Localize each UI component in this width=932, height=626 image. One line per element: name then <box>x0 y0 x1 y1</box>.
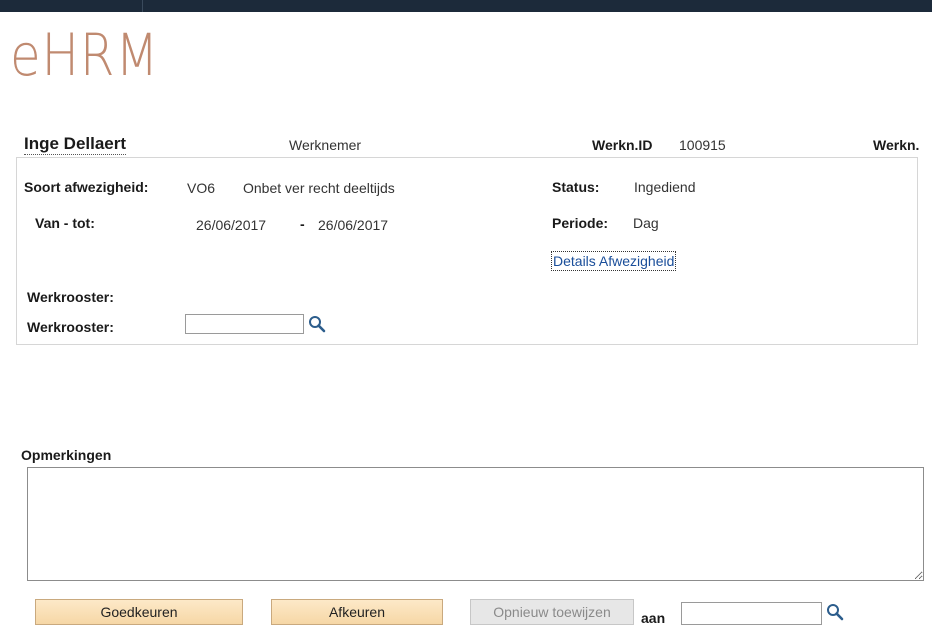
schedule-input-label: Werkrooster: <box>27 319 114 335</box>
absence-type-label: Soort afwezigheid: <box>24 179 149 195</box>
schedule-input[interactable] <box>185 314 304 334</box>
comments-label: Opmerkingen <box>21 447 112 463</box>
absence-details-link[interactable]: Details Afwezigheid <box>551 251 677 271</box>
date-range-separator: - <box>300 216 305 232</box>
employee-role: Werknemer <box>289 137 362 153</box>
status-label: Status: <box>552 179 600 195</box>
approve-button[interactable]: Goedkeuren <box>35 599 243 625</box>
status-value: Ingediend <box>634 179 696 195</box>
reassign-to-input[interactable] <box>681 602 822 625</box>
from-date: 26/06/2017 <box>196 217 267 233</box>
employee-id-value: 100915 <box>679 137 726 153</box>
magnifier-icon[interactable] <box>826 603 844 621</box>
date-range-label: Van - tot: <box>35 215 95 231</box>
reject-button[interactable]: Afkeuren <box>271 599 443 625</box>
employee-extra-label: Werkn. <box>873 137 920 153</box>
absence-code: VO6 <box>187 180 216 196</box>
to-date: 26/06/2017 <box>318 217 389 233</box>
reassign-button: Opnieuw toewijzen <box>470 599 634 625</box>
top-bar <box>0 0 932 12</box>
period-value: Dag <box>633 215 659 231</box>
employee-name[interactable]: Inge Dellaert <box>24 133 127 155</box>
schedule-label: Werkrooster: <box>27 289 114 305</box>
comments-textarea[interactable] <box>27 467 924 581</box>
period-label: Periode: <box>552 215 609 231</box>
magnifier-icon[interactable] <box>308 315 326 333</box>
employee-id-label: Werkn.ID <box>592 137 653 153</box>
absence-details-panel <box>16 157 918 345</box>
absence-description: Onbet ver recht deeltijds <box>243 180 395 196</box>
reassign-to-label: aan <box>641 610 666 626</box>
app-logo: eHRM <box>10 21 160 89</box>
